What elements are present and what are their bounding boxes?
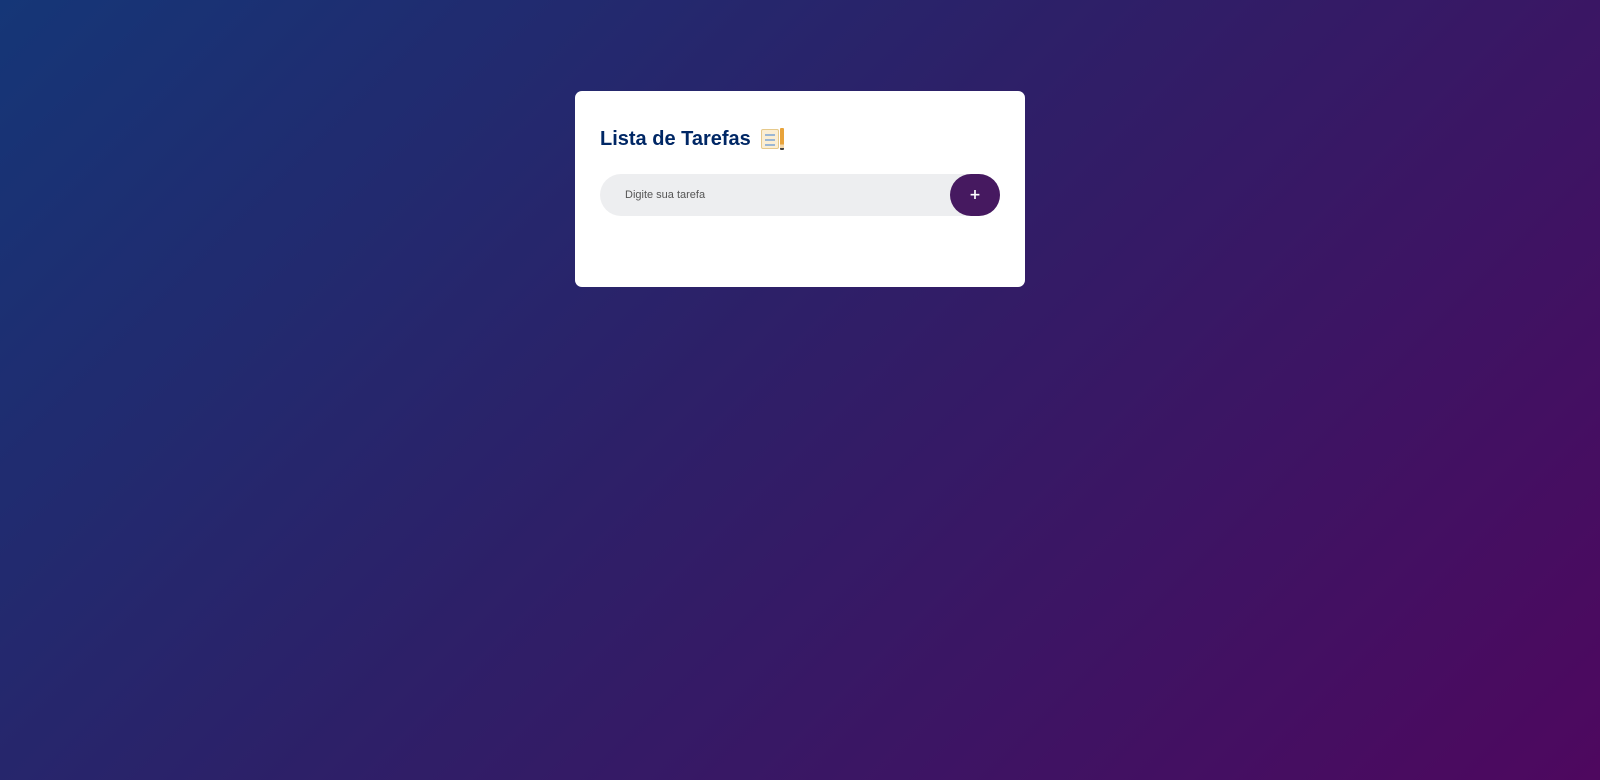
task-input-row: +	[600, 174, 1000, 216]
page-title: Lista de Tarefas	[600, 127, 751, 150]
notepad-checklist-icon	[760, 128, 784, 150]
add-task-button[interactable]: +	[950, 174, 1000, 216]
todo-card: Lista de Tarefas +	[575, 91, 1025, 287]
task-input[interactable]	[625, 189, 950, 201]
app-header: Lista de Tarefas	[600, 124, 1000, 154]
